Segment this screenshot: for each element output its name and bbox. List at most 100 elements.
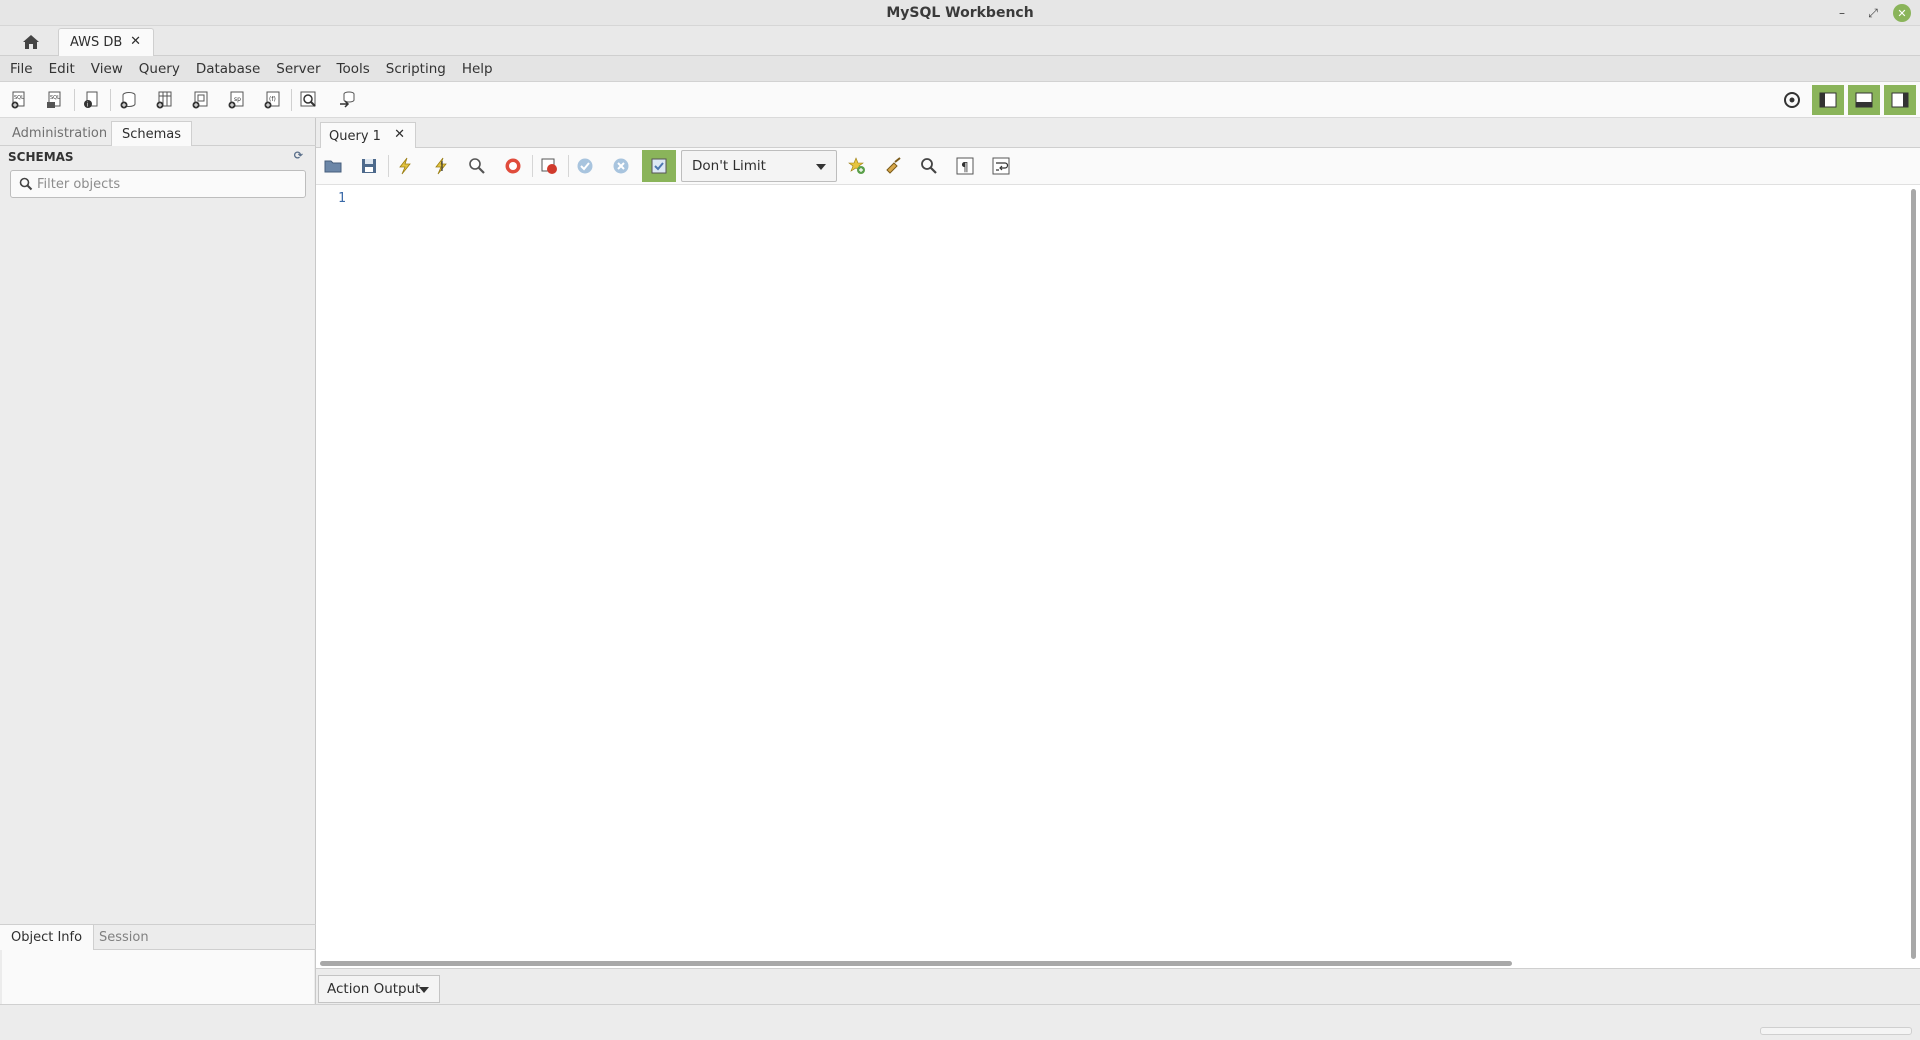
find-replace-button[interactable] <box>916 154 942 178</box>
rollback-x-icon <box>612 157 630 175</box>
pilcrow-icon: ¶ <box>956 157 974 175</box>
query-tab-label: Query 1 <box>329 129 381 144</box>
refresh-schemas-icon[interactable]: ⟳ <box>294 149 303 162</box>
filter-objects-input[interactable]: Filter objects <box>10 170 306 198</box>
row-limit-select[interactable]: Don't Limit <box>681 150 837 182</box>
toggle-secondary-sidebar-button[interactable] <box>1884 85 1916 115</box>
svg-text:SQL: SQL <box>14 95 24 101</box>
explain-button[interactable] <box>464 154 490 178</box>
commit-check-icon <box>576 157 594 175</box>
rollback-button[interactable] <box>608 154 634 178</box>
line-number: 1 <box>338 191 346 206</box>
right-panel-icon <box>1891 92 1909 108</box>
create-schema-button[interactable] <box>115 88 141 112</box>
close-window-button[interactable]: ✕ <box>1893 4 1911 22</box>
tab-query-1[interactable]: Query 1 ✕ <box>320 122 416 149</box>
horizontal-scrollbar[interactable] <box>320 961 1512 966</box>
broom-icon <box>884 157 902 175</box>
search-table-data-button[interactable] <box>296 88 322 112</box>
info-tabs: Object Info Session <box>0 924 316 950</box>
inspector-icon: i <box>81 90 101 110</box>
sidebar-panel-icon <box>1819 92 1837 108</box>
close-query-tab-icon[interactable]: ✕ <box>394 127 405 142</box>
search-icon <box>19 177 33 191</box>
svg-text:¶: ¶ <box>961 160 969 174</box>
tab-schemas[interactable]: Schemas <box>111 121 192 146</box>
menu-file[interactable]: File <box>2 61 41 77</box>
window-title: MySQL Workbench <box>0 5 1920 21</box>
reconnect-icon <box>337 90 357 110</box>
sql-editor[interactable]: 1 <box>316 184 1920 968</box>
open-inspector-button[interactable]: i <box>78 88 104 112</box>
filter-placeholder: Filter objects <box>37 177 120 192</box>
search-data-icon <box>299 90 319 110</box>
create-function-button[interactable]: (f) <box>259 88 285 112</box>
object-info-panel <box>2 950 314 1004</box>
schema-tree[interactable] <box>2 204 314 910</box>
window-titlebar: MySQL Workbench – ⤢ ✕ <box>0 0 1920 26</box>
stop-on-error-toggle[interactable] <box>536 154 562 178</box>
autocommit-icon <box>650 157 668 175</box>
stop-icon <box>504 157 522 175</box>
explain-magnifier-icon <box>468 157 486 175</box>
beautify-button[interactable] <box>880 154 906 178</box>
add-snippet-button[interactable] <box>844 154 870 178</box>
procedure-add-icon: sp <box>226 90 246 110</box>
vertical-scrollbar[interactable] <box>1911 189 1916 959</box>
open-sql-file-icon: SQL <box>45 90 65 110</box>
menu-help[interactable]: Help <box>454 61 501 77</box>
view-add-icon <box>190 90 210 110</box>
navigator-sidebar: Administration Schemas SCHEMAS ⟳ Filter … <box>0 118 316 1004</box>
table-add-icon <box>154 90 174 110</box>
home-icon <box>22 34 40 50</box>
invisible-characters-button[interactable]: ¶ <box>952 154 978 178</box>
stop-query-button[interactable] <box>500 154 526 178</box>
commit-button[interactable] <box>572 154 598 178</box>
query-editor-area: Query 1 ✕ <box>316 118 1920 1004</box>
home-tab[interactable] <box>8 28 54 56</box>
reconnect-button[interactable] <box>334 88 360 112</box>
database-add-icon <box>118 90 138 110</box>
create-procedure-button[interactable]: sp <box>223 88 249 112</box>
row-limit-value: Don't Limit <box>692 158 766 174</box>
status-bar <box>0 1004 1920 1040</box>
schemas-header: SCHEMAS ⟳ <box>0 146 315 168</box>
menu-database[interactable]: Database <box>188 61 268 77</box>
open-sql-script-button[interactable]: SQL <box>42 88 68 112</box>
create-view-button[interactable] <box>187 88 213 112</box>
connection-tab-aws-db[interactable]: AWS DB ✕ <box>58 28 154 56</box>
menu-server[interactable]: Server <box>268 61 328 77</box>
menu-tools[interactable]: Tools <box>329 61 378 77</box>
create-table-button[interactable] <box>151 88 177 112</box>
svg-text:(f): (f) <box>269 96 276 103</box>
save-file-button[interactable] <box>356 154 382 178</box>
preferences-button[interactable] <box>1779 88 1805 112</box>
stop-on-error-icon <box>540 157 558 175</box>
menu-view[interactable]: View <box>83 61 131 77</box>
close-connection-tab-icon[interactable]: ✕ <box>130 34 141 49</box>
execute-current-statement-button[interactable] <box>428 154 454 178</box>
toggle-sidebar-button[interactable] <box>1812 85 1844 115</box>
output-type-select[interactable]: Action Output <box>318 975 440 1003</box>
toggle-output-panel-button[interactable] <box>1848 85 1880 115</box>
autocommit-toggle[interactable] <box>642 150 676 182</box>
execute-all-button[interactable] <box>392 154 418 178</box>
status-progress-bar <box>1760 1027 1912 1035</box>
word-wrap-button[interactable] <box>988 154 1014 178</box>
menu-scripting[interactable]: Scripting <box>378 61 454 77</box>
minimize-window-button[interactable]: – <box>1833 4 1851 22</box>
output-type-value: Action Output <box>327 981 420 997</box>
open-file-button[interactable] <box>320 154 346 178</box>
maximize-window-button[interactable]: ⤢ <box>1864 4 1882 22</box>
menu-edit[interactable]: Edit <box>41 61 83 77</box>
menu-bar: File Edit View Query Database Server Too… <box>0 56 1920 82</box>
lightning-icon <box>397 157 413 175</box>
tab-object-info[interactable]: Object Info <box>0 925 94 950</box>
menu-query[interactable]: Query <box>131 61 188 77</box>
tab-administration[interactable]: Administration <box>2 121 117 146</box>
svg-text:SQL: SQL <box>50 95 60 101</box>
tab-session[interactable]: Session <box>88 925 160 950</box>
chevron-down-icon <box>419 987 429 993</box>
new-sql-tab-button[interactable]: SQL <box>6 88 32 112</box>
output-panel-header: Action Output <box>316 968 1920 1004</box>
